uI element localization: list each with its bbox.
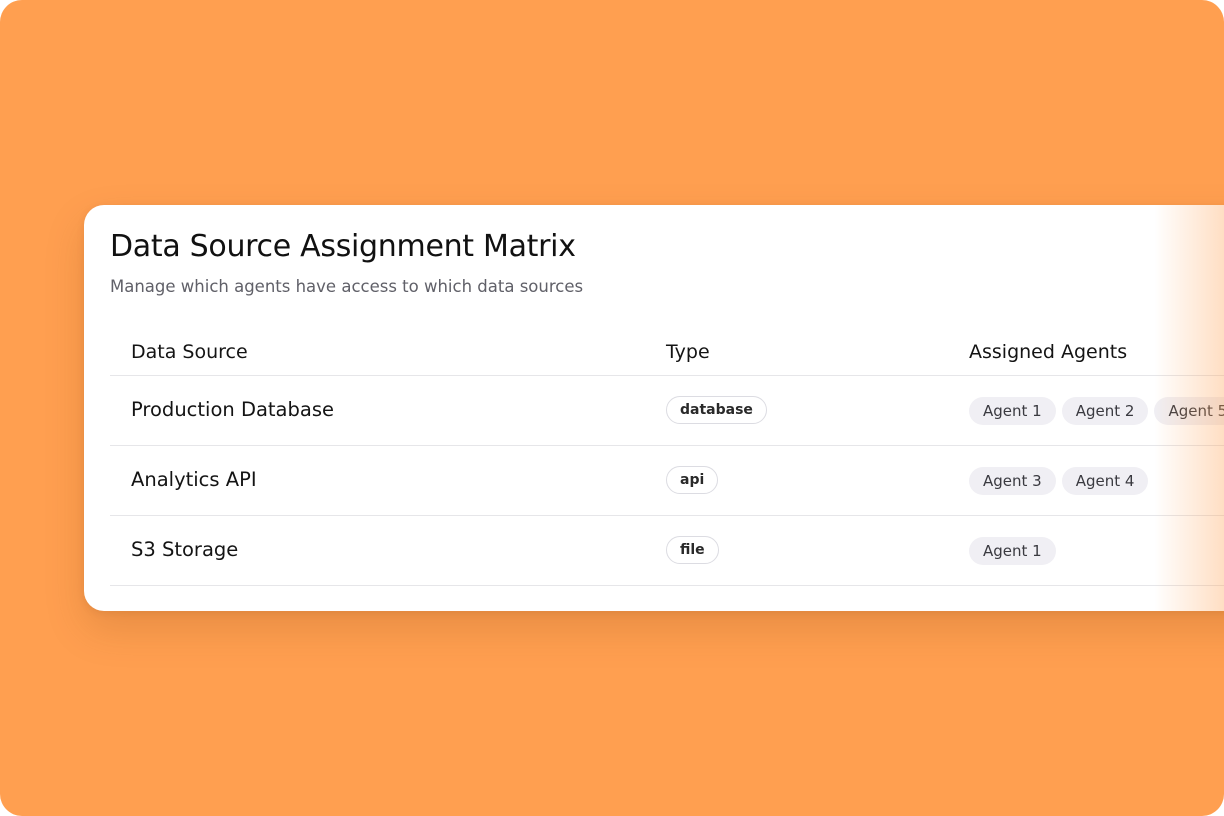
agent-chip[interactable]: Agent 2 xyxy=(1061,397,1149,425)
data-source-name: Production Database xyxy=(131,398,334,421)
agent-chip[interactable]: Agent 5 xyxy=(1154,397,1224,425)
page-title: Data Source Assignment Matrix xyxy=(110,229,576,264)
page-background: Data Source Assignment Matrix Manage whi… xyxy=(0,0,1224,816)
assigned-agents-list: Agent 1 xyxy=(969,537,1056,565)
agent-chip[interactable]: Agent 3 xyxy=(969,467,1056,495)
data-source-name: S3 Storage xyxy=(131,538,239,561)
agent-chip[interactable]: Agent 1 xyxy=(969,397,1056,425)
table-row[interactable]: Analytics API api Agent 3 Agent 4 xyxy=(110,446,1224,516)
assignment-table: Data Source Type Assigned Agents Product… xyxy=(110,335,1224,586)
agent-chip[interactable]: Agent 1 xyxy=(969,537,1056,565)
assignment-matrix-card: Data Source Assignment Matrix Manage whi… xyxy=(84,205,1224,611)
assigned-agents-list: Agent 3 Agent 4 xyxy=(969,467,1149,495)
column-header-data-source[interactable]: Data Source xyxy=(131,341,248,363)
type-badge: database xyxy=(666,396,767,424)
type-badge: api xyxy=(666,466,719,494)
agent-chip[interactable]: Agent 4 xyxy=(1061,467,1149,495)
table-header-row: Data Source Type Assigned Agents xyxy=(110,335,1224,376)
table-row[interactable]: S3 Storage file Agent 1 xyxy=(110,516,1224,586)
column-header-assigned-agents[interactable]: Assigned Agents xyxy=(969,341,1127,363)
table-row[interactable]: Production Database database Agent 1 Age… xyxy=(110,376,1224,446)
assigned-agents-list: Agent 1 Agent 2 Agent 5 xyxy=(969,397,1224,425)
type-badge: file xyxy=(666,536,719,564)
page-subtitle: Manage which agents have access to which… xyxy=(110,277,584,296)
data-source-name: Analytics API xyxy=(131,468,257,491)
column-header-type[interactable]: Type xyxy=(666,341,710,363)
